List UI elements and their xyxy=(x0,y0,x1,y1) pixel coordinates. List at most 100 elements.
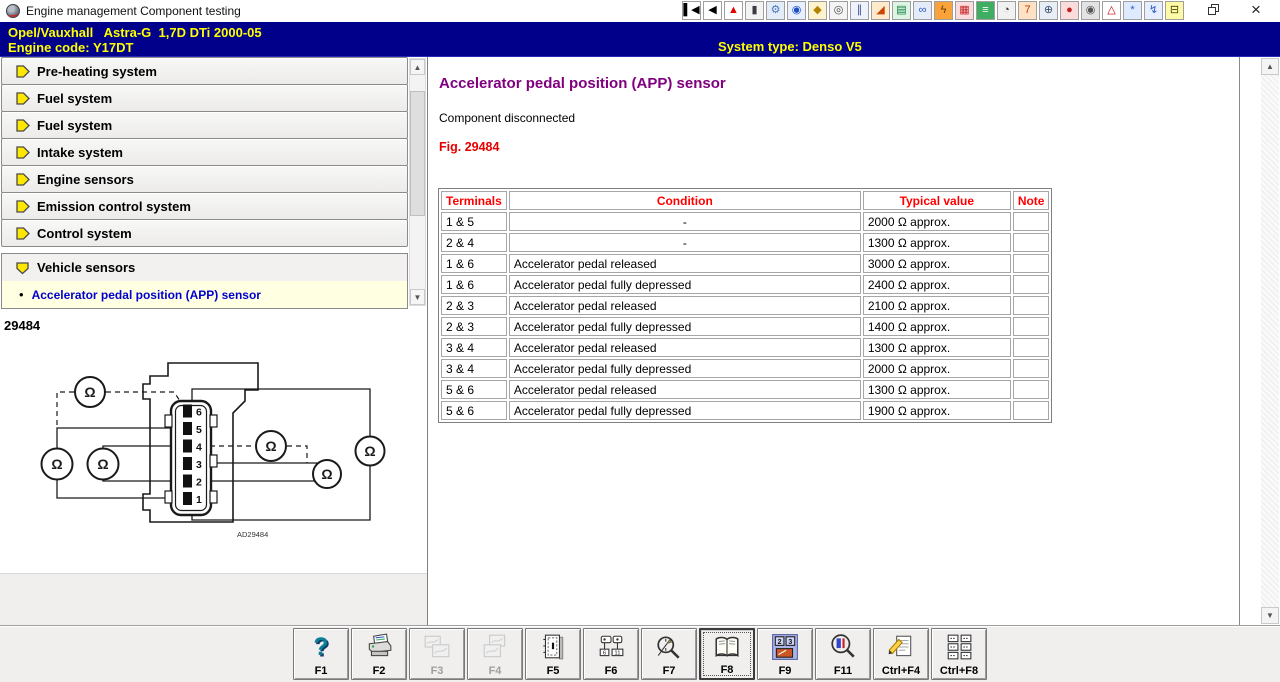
sidebar-item[interactable]: Emission control system xyxy=(1,192,408,220)
help-button[interactable]: ? F1 xyxy=(293,628,349,680)
table-cell: 1300 Ω approx. xyxy=(862,233,1011,252)
sidebar-item-vehicle-sensors[interactable]: Vehicle sensors xyxy=(2,254,407,281)
table-cell: Accelerator pedal fully depressed xyxy=(508,275,861,294)
sidebar-item[interactable]: Fuel system xyxy=(1,84,408,112)
svg-text:Ω: Ω xyxy=(51,456,62,472)
pictures-alt-button: F4 xyxy=(467,628,523,680)
battery-icon[interactable]: ⊟ xyxy=(1165,1,1184,20)
abs-icon[interactable]: ◉ xyxy=(1081,1,1100,20)
notes-button[interactable]: Ctrl+F4 xyxy=(873,628,929,680)
scroll-up-icon[interactable]: ▲ xyxy=(1261,58,1279,75)
main-panel: Accelerator pedal position (APP) sensor … xyxy=(427,57,1240,625)
sidebar-scrollbar[interactable]: ▲ ▼ xyxy=(409,58,426,306)
sidebar-subitem-app-sensor[interactable]: • Accelerator pedal position (APP) senso… xyxy=(2,281,407,308)
table-cell: 1300 Ω approx. xyxy=(862,380,1011,399)
service-indicator-icon[interactable]: ◆ xyxy=(808,1,827,20)
table-cell xyxy=(1012,317,1050,336)
svg-text:Ω: Ω xyxy=(321,466,332,482)
component-pinout-button[interactable]: F5 xyxy=(525,628,581,680)
search-magnifier-icon xyxy=(828,632,858,662)
table-cell: 2100 Ω approx. xyxy=(862,296,1011,315)
system-type: System type: Denso V5 xyxy=(718,39,862,54)
go-first-icon[interactable]: ▌◀ xyxy=(682,1,701,20)
copier-icon[interactable]: ≡ xyxy=(976,1,995,20)
table-row: 1 & 6 Accelerator pedal fully depressed 24… xyxy=(441,275,1050,294)
timing-belt-icon[interactable]: ◔ xyxy=(997,1,1016,20)
technical-data-icon[interactable]: ▮ xyxy=(745,1,764,20)
svg-text:3: 3 xyxy=(788,639,792,646)
sidebar-item[interactable]: Engine sensors xyxy=(1,165,408,193)
table-cell xyxy=(1012,401,1050,420)
wheels-tyres-icon[interactable]: ◎ xyxy=(829,1,848,20)
vehicle-lift-icon[interactable]: ▤ xyxy=(892,1,911,20)
figure-reference: Fig. 29484 xyxy=(439,140,500,154)
sidebar-item[interactable]: Intake system xyxy=(1,138,408,166)
table-cell xyxy=(1012,233,1050,252)
expand-arrow-icon xyxy=(14,225,31,242)
repair-tools-icon[interactable]: ⚙ xyxy=(766,1,785,20)
table-cell: 2000 Ω approx. xyxy=(862,359,1011,378)
sidebar-scroll-thumb[interactable] xyxy=(410,91,425,216)
fuel-injection-icon[interactable]: ⊕ xyxy=(1039,1,1058,20)
engine-icon[interactable]: ◉ xyxy=(787,1,806,20)
search-special-button[interactable]: F11 xyxy=(815,628,871,680)
figure-code: AD29484 xyxy=(237,530,268,539)
sidebar-item[interactable]: Fuel system xyxy=(1,111,408,139)
engine-management-icon[interactable]: ▦ xyxy=(955,1,974,20)
table-cell: Accelerator pedal released xyxy=(508,254,861,273)
wheel-alignment-icon[interactable]: ◢ xyxy=(871,1,890,20)
table-cell: Accelerator pedal fully depressed xyxy=(508,359,861,378)
table-cell xyxy=(1012,359,1050,378)
timing-data-icon[interactable]: 7 xyxy=(1018,1,1037,20)
table-cell xyxy=(1012,275,1050,294)
table-row: 2 & 3 Accelerator pedal released 2100 Ω ap… xyxy=(441,296,1050,315)
values-table: Terminals Condition Typical value Note 1 & … xyxy=(438,188,1053,423)
main-scrollbar[interactable]: ▲ ▼ xyxy=(1261,58,1279,624)
wiring-diagram: Ω Ω Ω Ω Ω Ω 6 5 4 3 2 1 AD29484 xyxy=(40,362,386,539)
component-location-icon: 2 3 xyxy=(770,632,800,662)
air-conditioning-icon[interactable]: * xyxy=(1123,1,1142,20)
towing-icon[interactable]: ∞ xyxy=(913,1,932,20)
scroll-up-icon[interactable]: ▲ xyxy=(410,59,425,75)
test-list-button[interactable]: Ctrl+F8 xyxy=(931,628,987,680)
pictures-icon xyxy=(422,632,452,662)
table-cell: Accelerator pedal fully depressed xyxy=(508,317,861,336)
restore-window-button[interactable] xyxy=(1205,3,1223,19)
suspension-icon[interactable]: ∥ xyxy=(850,1,869,20)
connector-views-button[interactable]: 6 11 F6 xyxy=(583,628,639,680)
locate-component-button[interactable]: F7 xyxy=(641,628,697,680)
spark-plug-icon[interactable]: ϟ xyxy=(934,1,953,20)
mot-test-icon[interactable]: △ xyxy=(1102,1,1121,20)
svg-text:Ω: Ω xyxy=(364,443,375,459)
warning-icon[interactable]: ▲ xyxy=(724,1,743,20)
table-row: 2 & 3 Accelerator pedal fully depressed 14… xyxy=(441,317,1050,336)
airbag-icon[interactable]: ● xyxy=(1060,1,1079,20)
close-window-button[interactable]: × xyxy=(1246,0,1266,20)
electrics-icon[interactable]: ↯ xyxy=(1144,1,1163,20)
print-icon xyxy=(364,632,394,662)
expand-arrow-icon xyxy=(14,90,31,107)
svg-text:Ω: Ω xyxy=(84,384,95,400)
scroll-down-icon[interactable]: ▼ xyxy=(1261,607,1279,624)
table-cell: 1900 Ω approx. xyxy=(862,401,1011,420)
sidebar-group-vehicle-sensors: Vehicle sensors • Accelerator pedal posi… xyxy=(1,253,408,309)
expand-arrow-icon xyxy=(14,117,31,134)
sidebar-item[interactable]: Pre-heating system xyxy=(1,57,408,85)
go-back-icon[interactable]: ◀ xyxy=(703,1,722,20)
sidebar-item[interactable]: Control system xyxy=(1,219,408,247)
component-location-button[interactable]: 2 3 F9 xyxy=(757,628,813,680)
app-logo-icon xyxy=(6,4,20,18)
print-button[interactable]: F2 xyxy=(351,628,407,680)
vehicle-model: Opel/Vauxhall Astra-G 1,7D DTi 2000-05 xyxy=(8,25,262,40)
manual-book-button[interactable]: F8 xyxy=(699,628,755,680)
svg-text:5: 5 xyxy=(196,424,202,436)
ohmmeter-icons: Ω Ω Ω Ω Ω Ω xyxy=(40,376,386,489)
table-cell: 2 & 4 xyxy=(441,233,507,252)
table-cell: 1400 Ω approx. xyxy=(862,317,1011,336)
table-row: 1 & 6 Accelerator pedal released 3000 Ω ap… xyxy=(441,254,1050,273)
scroll-down-icon[interactable]: ▼ xyxy=(410,289,425,305)
collapse-arrow-icon xyxy=(14,259,31,276)
table-header-row: Terminals Condition Typical value Note xyxy=(441,191,1050,210)
locate-magnifier-icon xyxy=(654,632,684,662)
table-cell: 3000 Ω approx. xyxy=(862,254,1011,273)
